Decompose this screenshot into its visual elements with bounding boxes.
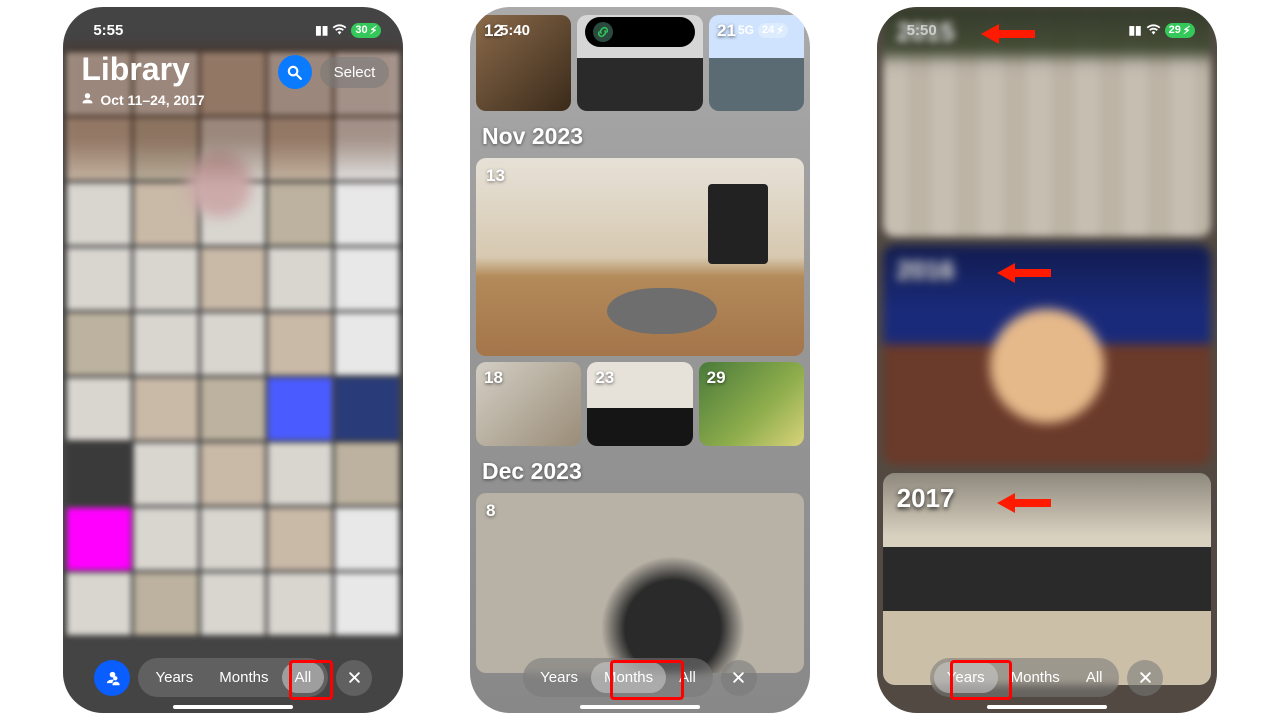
tab-all[interactable]: All [1073, 662, 1116, 693]
page-title: Library [81, 51, 204, 88]
status-right: 5G 24⚡︎ [738, 23, 788, 38]
annotation-arrow-icon [981, 22, 1035, 46]
select-button[interactable]: Select [320, 57, 390, 88]
view-segmented-control: Years Months All [138, 658, 328, 697]
phone-library-years: 5:50 ▮▮ 29⚡︎ 2015 2016 2017 [877, 7, 1217, 713]
status-right: ▮▮ 30⚡︎ [315, 23, 381, 38]
shared-library-button[interactable] [94, 660, 130, 696]
status-time: 5:55 [93, 22, 123, 39]
tab-years[interactable]: Years [142, 662, 206, 693]
months-scroll[interactable]: 12 21 Nov 2023 13 18 23 29 Dec 2023 8 [470, 7, 810, 713]
status-time: 5:50 [907, 22, 937, 39]
years-scroll[interactable]: 2015 2016 2017 [877, 7, 1217, 713]
battery-indicator: 24⚡︎ [758, 23, 788, 38]
close-button[interactable] [336, 660, 372, 696]
day-thumb[interactable]: 29 [699, 362, 804, 446]
tab-years[interactable]: Years [527, 662, 591, 693]
day-hero-thumb[interactable]: 13 [476, 158, 804, 356]
day-thumb[interactable]: 23 [587, 362, 692, 446]
close-button[interactable] [721, 660, 757, 696]
library-header: Library Oct 11–24, 2017 [81, 51, 204, 108]
date-range: Oct 11–24, 2017 [81, 92, 204, 108]
wifi-icon [1146, 23, 1161, 38]
phone-library-all: 5:55 ▮▮ 30⚡︎ Library Oct 11–24, 2017 Sel… [63, 7, 403, 713]
tab-months[interactable]: Months [998, 662, 1073, 693]
status-bar: 5:55 ▮▮ 30⚡︎ [63, 7, 403, 47]
view-segmented-control: Years Months All [523, 658, 713, 697]
signal-icon: ▮▮ [1128, 23, 1141, 37]
month-days-row: 18 23 29 [476, 362, 804, 446]
top-actions: Select [278, 55, 390, 89]
tab-years[interactable]: Years [934, 662, 998, 693]
close-button[interactable] [1127, 660, 1163, 696]
home-indicator[interactable] [580, 705, 700, 709]
person-icon [81, 92, 94, 108]
battery-indicator: 30⚡︎ [351, 23, 381, 38]
status-right: ▮▮ 29⚡︎ [1128, 23, 1194, 38]
status-time: 5:40 [500, 22, 530, 39]
bottom-controls: Years Months All [877, 658, 1217, 697]
link-indicator-icon [593, 22, 613, 42]
cellular-label: 5G [738, 23, 754, 37]
wifi-icon [332, 23, 347, 38]
phone-library-months: 5:40 5G 24⚡︎ 12 21 Nov 2023 13 18 23 29 … [470, 7, 810, 713]
month-heading: Dec 2023 [482, 458, 800, 485]
search-button[interactable] [278, 55, 312, 89]
tab-months[interactable]: Months [591, 662, 666, 693]
tab-all[interactable]: All [666, 662, 709, 693]
day-thumb[interactable]: 18 [476, 362, 581, 446]
tab-all[interactable]: All [282, 662, 325, 693]
annotation-arrow-icon [997, 261, 1051, 285]
bottom-controls: Years Months All [470, 658, 810, 697]
home-indicator[interactable] [173, 705, 293, 709]
annotation-arrow-icon [997, 491, 1051, 515]
battery-indicator: 29⚡︎ [1165, 23, 1195, 38]
month-heading: Nov 2023 [482, 123, 800, 150]
day-hero-thumb[interactable]: 8 [476, 493, 804, 673]
dynamic-island[interactable] [585, 17, 695, 47]
tab-months[interactable]: Months [206, 662, 281, 693]
view-segmented-control: Years Months All [930, 658, 1120, 697]
home-indicator[interactable] [987, 705, 1107, 709]
signal-icon: ▮▮ [315, 23, 328, 37]
status-bar: 5:50 ▮▮ 29⚡︎ [877, 7, 1217, 47]
bottom-controls: Years Months All [63, 658, 403, 697]
